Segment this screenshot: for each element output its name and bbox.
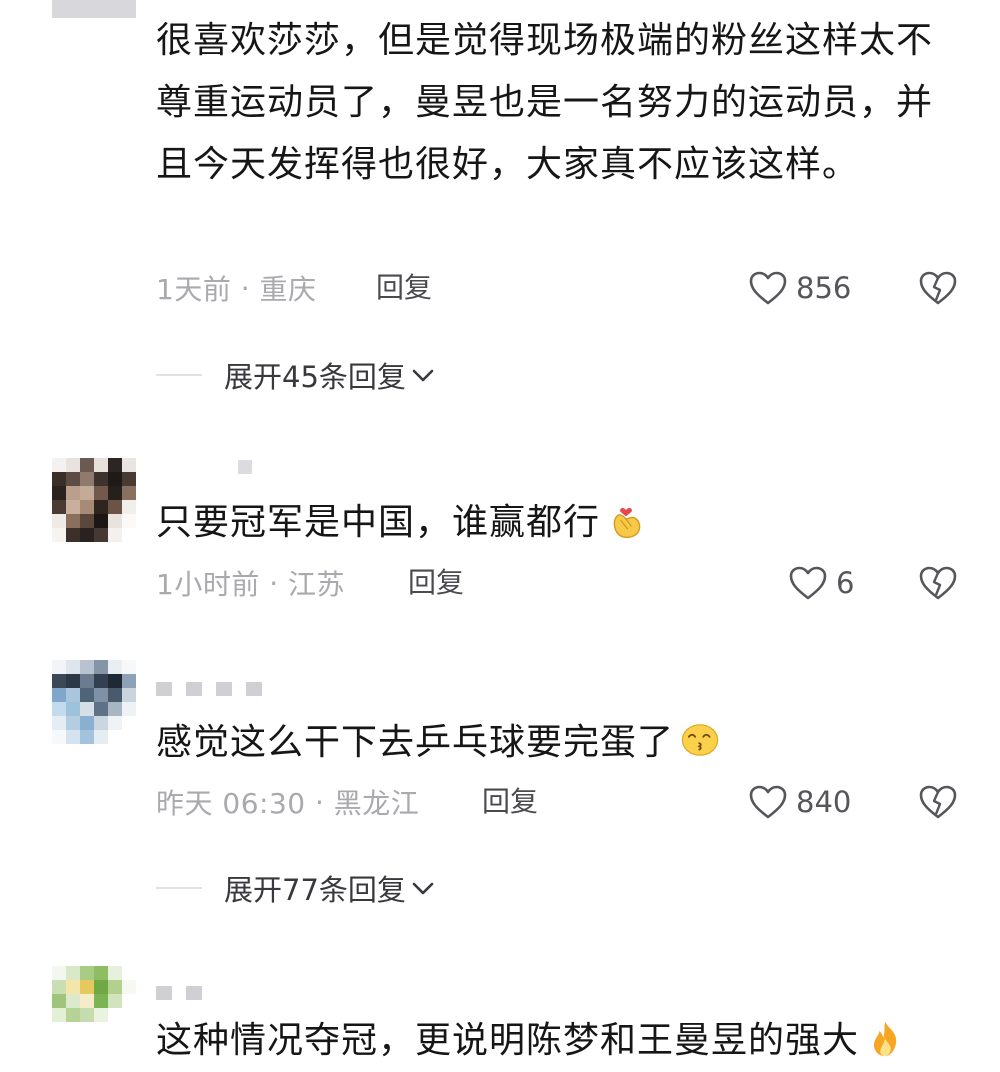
like-count: 840 [796, 785, 852, 819]
comment-time: 1小时前 [156, 568, 260, 601]
like-button[interactable]: 840 [748, 782, 851, 822]
comment-text: 只要冠军是中国，谁赢都行 [156, 492, 936, 554]
expand-replies[interactable]: 展开77条回复 [156, 868, 436, 908]
username-blurred[interactable] [156, 986, 202, 1000]
expand-divider [156, 887, 202, 889]
broken-heart-icon [919, 785, 957, 819]
fire-emoji [874, 1021, 897, 1057]
like-count: 6 [836, 566, 855, 600]
comment-meta: 1天前 · 重庆 [156, 268, 317, 308]
comment-time: 1天前 [156, 273, 232, 306]
comment-meta: 1小时前 · 江苏 [156, 563, 345, 603]
expand-label: 展开45条回复 [224, 360, 406, 394]
comment-text: 很喜欢莎莎，但是觉得现场极端的粉丝这样太不尊重运动员了，曼昱也是一名努力的运动员… [156, 20, 934, 185]
chevron-down-icon [412, 369, 434, 382]
like-count: 856 [796, 271, 852, 305]
heart-outline-icon [749, 785, 787, 819]
dislike-button[interactable] [918, 268, 958, 308]
avatar[interactable] [52, 966, 136, 1050]
comment-location: 重庆 [259, 273, 317, 306]
comment-location: 黑龙江 [333, 787, 420, 820]
expand-replies[interactable]: 展开45条回复 [156, 355, 436, 395]
comment-text: 感觉这么干下去乒乓球要完蛋了 [156, 712, 936, 774]
broken-heart-icon [919, 271, 957, 305]
reply-button[interactable]: 回复 [408, 563, 464, 603]
avatar-blur [52, 0, 136, 18]
expand-divider [156, 374, 202, 376]
expand-label: 展开77条回复 [224, 873, 406, 907]
reply-button[interactable]: 回复 [482, 782, 538, 822]
avatar[interactable] [52, 660, 136, 744]
comment-time: 昨天 06:30 [156, 787, 306, 820]
heart-outline-icon [789, 566, 827, 600]
dislike-button[interactable] [918, 563, 958, 603]
broken-heart-icon [919, 566, 957, 600]
heart-hands-emoji [613, 508, 641, 538]
avatar[interactable] [52, 458, 136, 542]
like-button[interactable]: 6 [788, 563, 854, 603]
comment-text: 这种情况夺冠，更说明陈梦和王曼昱的强大 [156, 1010, 976, 1072]
username-blurred[interactable] [156, 682, 262, 696]
comment-location: 江苏 [288, 568, 346, 601]
reply-button[interactable]: 回复 [376, 268, 432, 308]
kissing-face-emoji [681, 724, 719, 756]
chevron-down-icon [412, 882, 434, 895]
username-blurred[interactable] [238, 460, 252, 474]
heart-outline-icon [749, 271, 787, 305]
like-button[interactable]: 856 [748, 268, 851, 308]
comment-meta: 昨天 06:30 · 黑龙江 [156, 782, 419, 822]
dislike-button[interactable] [918, 782, 958, 822]
